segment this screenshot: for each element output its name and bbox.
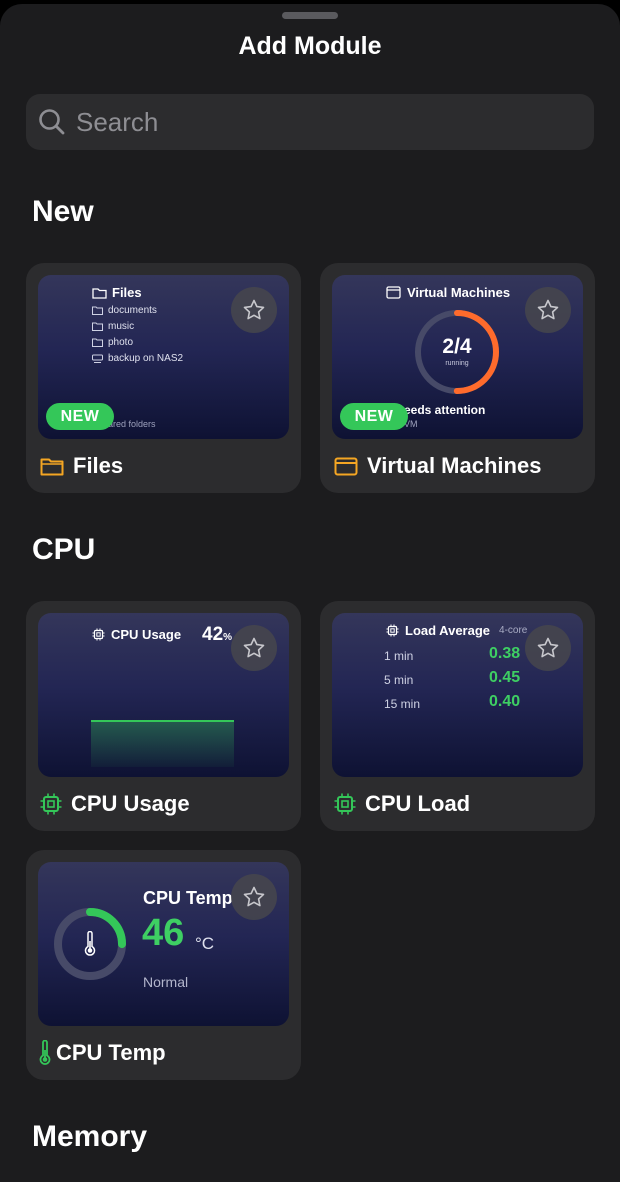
favorite-star-button[interactable] <box>231 625 277 671</box>
folder-item: photo <box>108 337 134 348</box>
favorite-star-button[interactable] <box>231 874 277 920</box>
module-card-files[interactable]: Files documents music photo backup on NA… <box>26 263 301 493</box>
cpu-load-preview-title: Load Average <box>405 623 491 638</box>
sheet-title: Add Module <box>238 32 382 60</box>
card-title: Virtual Machines <box>334 451 541 481</box>
cpu-usage-graph <box>91 720 234 767</box>
module-card-cpu-load[interactable]: Load Average 4-core 1 min 0.38 5 min 0.4… <box>320 601 595 831</box>
thermometer-icon <box>39 1040 51 1065</box>
files-preview: Files documents music photo backup on NA… <box>38 275 289 439</box>
cpu-usage-preview: CPU Usage 42% <box>38 613 289 777</box>
star-icon <box>243 886 265 907</box>
cpu-load-cores: 4-core <box>499 625 528 636</box>
new-badge: NEW <box>46 403 114 430</box>
vm-status-text: eeds attention <box>404 403 486 417</box>
card-title: CPU Temp <box>38 1038 166 1068</box>
new-badge: NEW <box>340 403 408 430</box>
section-title-memory: Memory <box>32 1120 148 1153</box>
card-title: Files <box>40 451 123 481</box>
cpu-temp-preview: CPU Temp 46 °C Normal <box>38 862 289 1026</box>
section-title-new: New <box>32 195 94 228</box>
load-row-label: 15 min <box>384 697 421 711</box>
card-title-text: Virtual Machines <box>367 453 542 478</box>
card-title: CPU Usage <box>40 789 190 819</box>
load-row-value: 0.38 <box>489 645 521 662</box>
favorite-star-button[interactable] <box>231 287 277 333</box>
folder-item: backup on NAS2 <box>108 353 184 364</box>
chip-icon <box>40 793 62 815</box>
folder-icon <box>92 306 103 315</box>
favorite-star-button[interactable] <box>525 625 571 671</box>
star-icon <box>243 299 265 320</box>
cpu-temp-preview-title: CPU Temp <box>143 888 233 908</box>
load-row-value: 0.40 <box>489 693 521 710</box>
card-title-text: Files <box>73 453 124 478</box>
thermometer-icon <box>84 931 96 956</box>
card-title-text: CPU Load <box>365 791 471 816</box>
module-card-cpu-temp[interactable]: CPU Temp 46 °C Normal CPU Temp <box>26 850 301 1080</box>
add-module-sheet: Add Module New Files documents music <box>0 4 620 1182</box>
load-row-label: 1 min <box>384 649 414 663</box>
card-title-text: CPU Temp <box>56 1040 166 1065</box>
star-icon <box>243 637 265 658</box>
cpu-usage-preview-title: CPU Usage <box>111 627 182 642</box>
folder-icon <box>40 458 64 475</box>
cpu-temp-value: 46 <box>142 912 185 954</box>
favorite-star-button[interactable] <box>525 287 571 333</box>
folder-item: music <box>108 321 135 332</box>
search-field[interactable] <box>26 94 594 150</box>
chip-icon <box>334 793 356 815</box>
chip-icon <box>92 628 105 641</box>
vm-preview: Virtual Machines 2/4 running eeds attent… <box>332 275 583 439</box>
folder-item: documents <box>108 305 157 316</box>
window-icon <box>386 286 401 299</box>
card-title: CPU Load <box>334 789 470 819</box>
vm-preview-title: Virtual Machines <box>407 285 511 300</box>
card-title-text: CPU Usage <box>71 791 190 816</box>
folder-icon <box>92 338 103 347</box>
cpu-temp-unit: °C <box>195 934 215 953</box>
cpu-temp-status: Normal <box>143 974 189 990</box>
search-icon <box>39 109 65 135</box>
window-icon <box>334 457 358 475</box>
section-title-cpu: CPU <box>32 533 96 566</box>
chip-icon <box>386 624 399 637</box>
star-icon <box>537 299 559 320</box>
load-row-label: 5 min <box>384 673 414 687</box>
module-card-cpu-usage[interactable]: CPU Usage 42% CPU Usage <box>26 601 301 831</box>
search-input[interactable] <box>76 102 576 142</box>
vm-ring-value: 2/4 <box>442 335 472 358</box>
load-row-value: 0.45 <box>489 669 521 686</box>
star-icon <box>537 637 559 658</box>
cpu-usage-unit: % <box>223 632 233 643</box>
vm-ring-caption: running <box>445 360 469 367</box>
folder-icon <box>92 287 107 299</box>
cpu-usage-value: 42 <box>202 624 224 645</box>
nas-drive-icon <box>92 354 103 363</box>
module-card-virtual-machines[interactable]: Virtual Machines 2/4 running eeds attent… <box>320 263 595 493</box>
sheet-grabber[interactable] <box>282 12 338 19</box>
cpu-load-preview: Load Average 4-core 1 min 0.38 5 min 0.4… <box>332 613 583 777</box>
files-footer: ared folders <box>108 419 156 429</box>
files-preview-title: Files <box>112 285 142 300</box>
folder-icon <box>92 322 103 331</box>
